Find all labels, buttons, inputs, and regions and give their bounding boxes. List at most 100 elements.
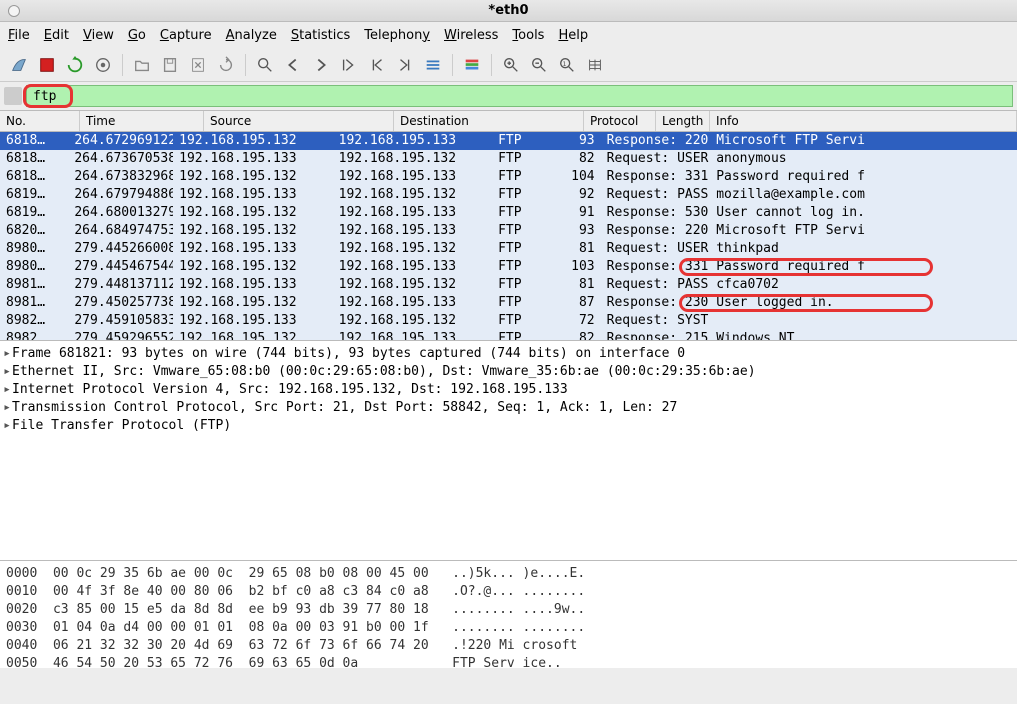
close-file-button[interactable] [185, 52, 211, 78]
cell-src: 192.168.195.133 [173, 312, 332, 330]
window-title: *eth0 [488, 3, 528, 18]
cell-len: 87 [554, 294, 601, 312]
filter-bookmark-icon[interactable] [4, 87, 22, 105]
colorize-button[interactable] [459, 52, 485, 78]
menu-bar: File Edit View Go Capture Analyze Statis… [0, 22, 1017, 48]
toolbar-separator [452, 54, 453, 76]
zoom-in-button[interactable] [498, 52, 524, 78]
packet-row[interactable]: 6820…264.684974753192.168.195.132192.168… [0, 222, 1017, 240]
column-header-info[interactable]: Info [710, 111, 1017, 131]
display-filter-input[interactable] [26, 85, 1013, 107]
menu-statistics[interactable]: Statistics [291, 28, 350, 43]
cell-info: Response: 215 Windows NT [601, 330, 1017, 340]
go-last-button[interactable] [392, 52, 418, 78]
toolbar-separator [491, 54, 492, 76]
menu-go[interactable]: Go [128, 28, 146, 43]
expand-triangle-icon[interactable]: ▸ [2, 381, 12, 399]
expand-triangle-icon[interactable]: ▸ [2, 399, 12, 417]
cell-no: 8982… [0, 330, 68, 340]
restart-capture-button[interactable] [62, 52, 88, 78]
zoom-out-button[interactable] [526, 52, 552, 78]
packet-list-pane[interactable]: 6818…264.672969122192.168.195.132192.168… [0, 132, 1017, 340]
menu-tools[interactable]: Tools [512, 28, 544, 43]
go-forward-button[interactable] [308, 52, 334, 78]
cell-dst: 192.168.195.133 [333, 294, 492, 312]
column-header-time[interactable]: Time [80, 111, 204, 131]
menu-analyze[interactable]: Analyze [226, 28, 277, 43]
menu-view[interactable]: View [83, 28, 114, 43]
expand-triangle-icon[interactable]: ▸ [2, 363, 12, 381]
detail-tree-item[interactable]: ▸Internet Protocol Version 4, Src: 192.1… [2, 381, 1015, 399]
cell-src: 192.168.195.132 [173, 222, 332, 240]
cell-len: 91 [554, 204, 601, 222]
cell-dst: 192.168.195.132 [333, 240, 492, 258]
detail-tree-item[interactable]: ▸File Transfer Protocol (FTP) [2, 417, 1015, 435]
reload-button[interactable] [213, 52, 239, 78]
resize-columns-button[interactable] [582, 52, 608, 78]
auto-scroll-button[interactable] [420, 52, 446, 78]
go-first-button[interactable] [364, 52, 390, 78]
cell-time: 264.684974753 [68, 222, 173, 240]
cell-len: 93 [554, 222, 601, 240]
menu-edit[interactable]: Edit [44, 28, 69, 43]
menu-telephony[interactable]: Telephony [364, 28, 430, 43]
cell-len: 103 [554, 258, 601, 276]
detail-tree-item[interactable]: ▸Transmission Control Protocol, Src Port… [2, 399, 1015, 417]
packet-row[interactable]: 8982…279.459296552192.168.195.132192.168… [0, 330, 1017, 340]
packet-row[interactable]: 8980…279.445266008192.168.195.133192.168… [0, 240, 1017, 258]
save-file-button[interactable] [157, 52, 183, 78]
cell-len: 82 [554, 150, 601, 168]
packet-row[interactable]: 8981…279.448137112192.168.195.133192.168… [0, 276, 1017, 294]
cell-info: Response: 331 Password required f [601, 258, 1017, 276]
cell-no: 6819… [0, 204, 68, 222]
find-packet-button[interactable] [252, 52, 278, 78]
column-header-no[interactable]: No. [0, 111, 80, 131]
detail-tree-item[interactable]: ▸Ethernet II, Src: Vmware_65:08:b0 (00:0… [2, 363, 1015, 381]
packet-row[interactable]: 8980…279.445467544192.168.195.132192.168… [0, 258, 1017, 276]
cell-no: 6818… [0, 168, 68, 186]
column-header-protocol[interactable]: Protocol [584, 111, 656, 131]
go-to-packet-button[interactable] [336, 52, 362, 78]
menu-capture[interactable]: Capture [160, 28, 212, 43]
column-header-length[interactable]: Length [656, 111, 710, 131]
cell-dst: 192.168.195.133 [333, 204, 492, 222]
packet-row[interactable]: 6818…264.673832968192.168.195.132192.168… [0, 168, 1017, 186]
menu-wireless[interactable]: Wireless [444, 28, 498, 43]
packet-row[interactable]: 6818…264.673670538192.168.195.133192.168… [0, 150, 1017, 168]
menu-file[interactable]: File [8, 28, 30, 43]
packet-row[interactable]: 8982…279.459105833192.168.195.133192.168… [0, 312, 1017, 330]
window-control-icon[interactable] [8, 5, 20, 17]
packet-row[interactable]: 6819…264.680013279192.168.195.132192.168… [0, 204, 1017, 222]
packet-list-header[interactable]: No. Time Source Destination Protocol Len… [0, 110, 1017, 132]
cell-proto: FTP [492, 168, 554, 186]
stop-capture-button[interactable] [34, 52, 60, 78]
cell-no: 6820… [0, 222, 68, 240]
menu-help[interactable]: Help [558, 28, 588, 43]
packet-row[interactable]: 6819…264.679794886192.168.195.133192.168… [0, 186, 1017, 204]
cell-time: 279.459105833 [68, 312, 173, 330]
shark-fin-icon[interactable] [6, 52, 32, 78]
packet-row[interactable]: 8981…279.450257738192.168.195.132192.168… [0, 294, 1017, 312]
go-back-button[interactable] [280, 52, 306, 78]
detail-tree-item[interactable]: ▸Frame 681821: 93 bytes on wire (744 bit… [2, 345, 1015, 363]
cell-src: 192.168.195.132 [173, 204, 332, 222]
cell-proto: FTP [492, 276, 554, 294]
packet-details-pane[interactable]: ▸Frame 681821: 93 bytes on wire (744 bit… [0, 340, 1017, 560]
cell-len: 92 [554, 186, 601, 204]
open-file-button[interactable] [129, 52, 155, 78]
cell-src: 192.168.195.132 [173, 132, 332, 150]
column-header-destination[interactable]: Destination [394, 111, 584, 131]
capture-options-button[interactable] [90, 52, 116, 78]
cell-info: Request: PASS cfca0702 [601, 276, 1017, 294]
column-header-source[interactable]: Source [204, 111, 394, 131]
cell-dst: 192.168.195.133 [333, 222, 492, 240]
toolbar-separator [122, 54, 123, 76]
packet-bytes-pane[interactable]: 0000 00 0c 29 35 6b ae 00 0c 29 65 08 b0… [0, 560, 1017, 668]
toolbar-separator [245, 54, 246, 76]
cell-src: 192.168.195.133 [173, 186, 332, 204]
cell-dst: 192.168.195.132 [333, 276, 492, 294]
expand-triangle-icon[interactable]: ▸ [2, 417, 12, 435]
packet-row[interactable]: 6818…264.672969122192.168.195.132192.168… [0, 132, 1017, 150]
zoom-reset-button[interactable]: 1 [554, 52, 580, 78]
expand-triangle-icon[interactable]: ▸ [2, 345, 12, 363]
